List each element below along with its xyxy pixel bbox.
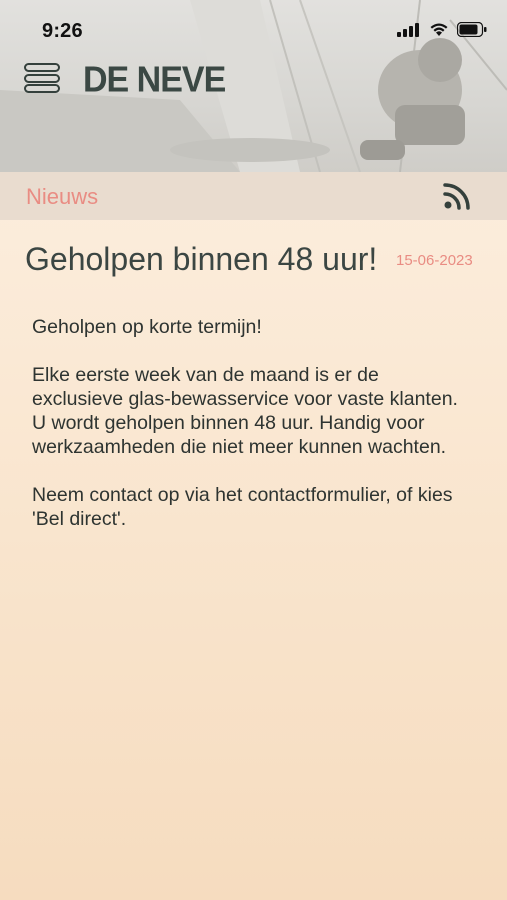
article-date: 15-06-2023: [396, 252, 473, 269]
status-bar: 9:26: [0, 0, 507, 60]
section-header: Nieuws: [0, 172, 507, 220]
hamburger-menu-icon[interactable]: [24, 63, 60, 93]
section-title: Nieuws: [26, 184, 99, 209]
battery-icon: [457, 22, 487, 37]
wifi-icon: [430, 23, 448, 36]
signal-icon: [397, 22, 419, 37]
article-title: Geholpen binnen 48 uur!: [25, 241, 378, 277]
rss-feed-icon[interactable]: [443, 182, 471, 210]
article-body: Geholpen op korte termijn! Elke eerste w…: [32, 315, 462, 555]
article-paragraph: Geholpen op korte termijn!: [32, 316, 262, 338]
header-banner: 9:26 DE NEVE: [0, 0, 507, 172]
article-paragraph: Elke eerste week van de maand is er de e…: [32, 364, 458, 458]
brand-logo: DE NEVE: [83, 60, 226, 100]
article-paragraph: Neem contact op via het contactformulier…: [32, 484, 453, 530]
status-time: 9:26: [42, 20, 83, 42]
